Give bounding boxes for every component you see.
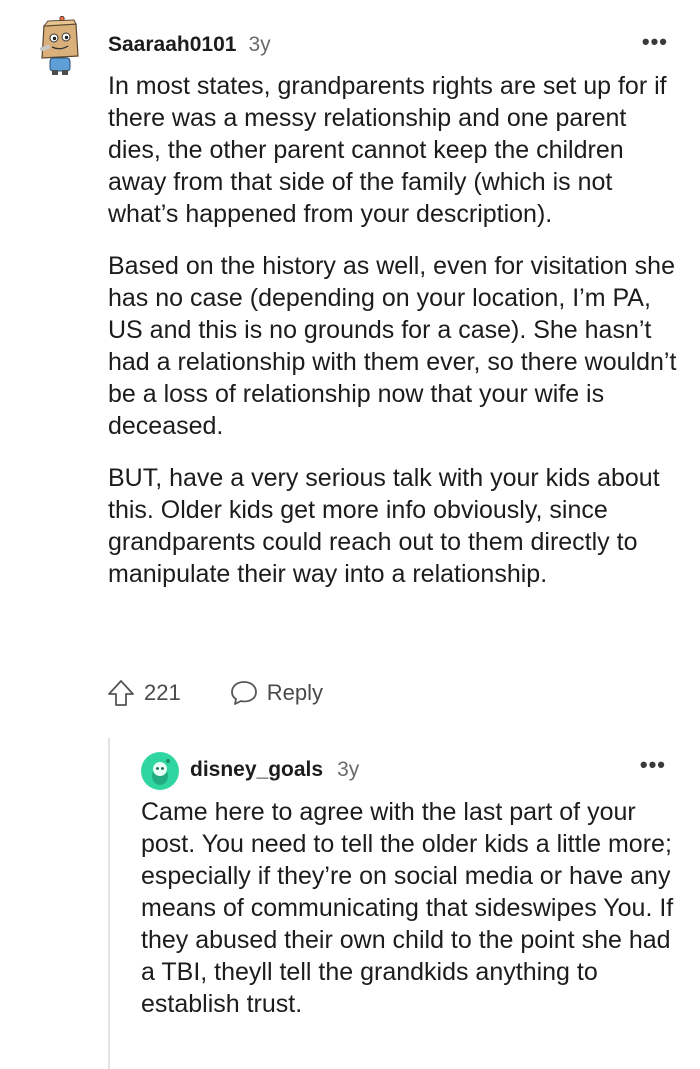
comment-paragraph: Based on the history as well, even for v… (108, 252, 677, 440)
comment-header: Saaraah0101 3y (108, 32, 271, 58)
reply-username[interactable]: disney_goals (190, 757, 323, 783)
comment-username[interactable]: Saaraah0101 (108, 32, 236, 58)
comment-actions: 221 Reply (106, 678, 323, 708)
speech-bubble-icon (230, 681, 257, 705)
reply-label: Reply (266, 680, 323, 705)
reply-body: Came here to agree with the last part of… (141, 796, 681, 1020)
user-avatar[interactable] (38, 16, 82, 76)
thread-line[interactable] (108, 738, 110, 1069)
reply-age: 3y (337, 758, 360, 781)
comment-paragraph: BUT, have a very serious talk with your … (108, 464, 660, 588)
reply-header: disney_goals 3y (190, 757, 359, 783)
upvote-arrow-icon[interactable] (106, 678, 136, 708)
more-options-icon[interactable]: ••• (642, 31, 668, 53)
reply-button[interactable]: Reply (229, 679, 323, 707)
comment-age: 3y (248, 33, 271, 56)
more-options-icon[interactable]: ••• (640, 754, 666, 776)
reply-user-avatar[interactable] (141, 752, 179, 790)
comment-paragraph: In most states, grandparents rights are … (108, 72, 667, 228)
vote-count: 221 (144, 680, 181, 705)
comment-body: In most states, grandparents rights are … (108, 70, 678, 610)
vote-control: 221 (106, 678, 181, 708)
reply-text: Came here to agree with the last part of… (141, 798, 674, 1018)
